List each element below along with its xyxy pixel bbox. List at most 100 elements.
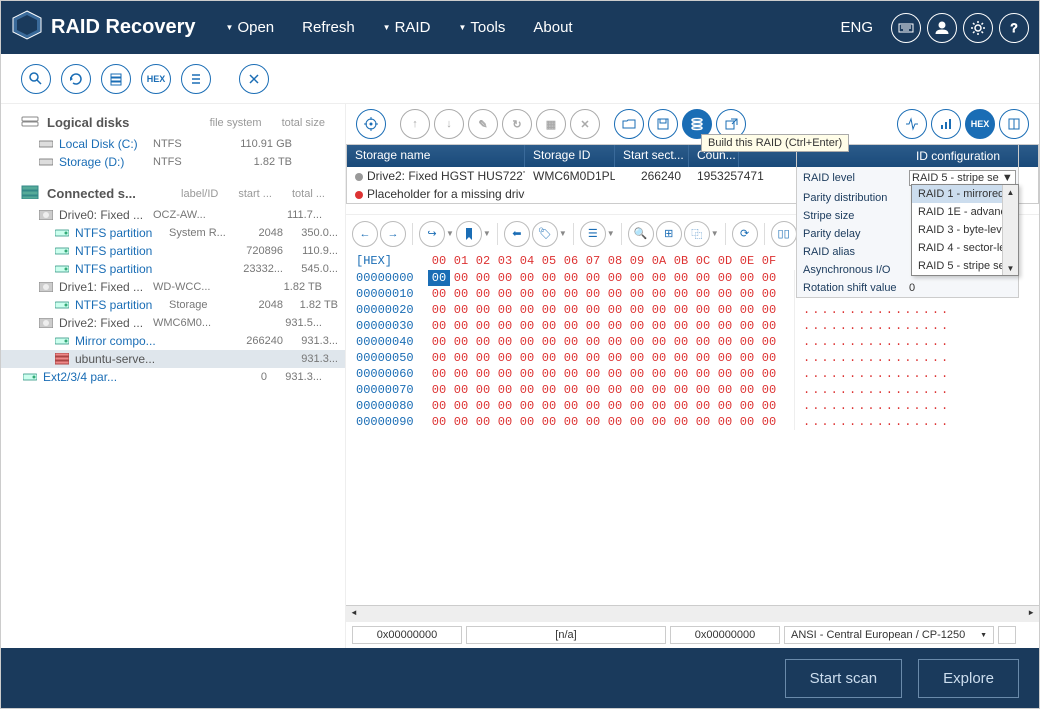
hex-row[interactable]: 0000006000000000000000000000000000000000…	[346, 366, 1039, 382]
move-down-icon[interactable]: ↓	[434, 109, 464, 139]
storage-icon	[21, 185, 39, 202]
close-icon[interactable]	[239, 64, 269, 94]
reload-hex-icon[interactable]: ⟳	[732, 221, 758, 247]
hex-row[interactable]: 0000007000000000000000000000000000000000…	[346, 382, 1039, 398]
disk-small-icon	[37, 139, 55, 149]
storage-row[interactable]: Mirror compo...266240931.3...	[1, 332, 345, 350]
language-selector[interactable]: ENG	[840, 19, 873, 36]
layout-icon[interactable]	[999, 109, 1029, 139]
drive-icon	[37, 210, 55, 220]
drive-icon	[37, 282, 55, 292]
nav-back-icon[interactable]: ←	[352, 221, 378, 247]
menu-raid[interactable]: ▼RAID	[383, 19, 431, 36]
disk-icon	[21, 114, 39, 131]
copy-hex-icon[interactable]: ⿻	[684, 221, 710, 247]
undo-hex-icon[interactable]: ⬅	[504, 221, 530, 247]
connected-storages-header: Connected s... label/IDstart ...total ..…	[1, 181, 345, 206]
start-scan-button[interactable]: Start scan	[785, 659, 903, 698]
storage-row[interactable]: NTFS partitionSystem R...2048350.0...	[1, 224, 345, 242]
drive-icon	[53, 264, 71, 274]
remove-icon[interactable]: ✕	[570, 109, 600, 139]
list-hex-icon[interactable]: ☰	[580, 221, 606, 247]
hex-status-bar: 0x00000000 [n/a] 0x00000000 ANSI - Centr…	[346, 621, 1039, 648]
hex-view-icon[interactable]: HEX	[965, 109, 995, 139]
dropdown-scrollbar[interactable]: ▲▼	[1002, 185, 1018, 275]
tag-icon[interactable]: 🏷	[532, 221, 558, 247]
status-extra[interactable]	[998, 626, 1016, 644]
save-icon[interactable]	[648, 109, 678, 139]
storage-row[interactable]: Drive1: Fixed ...WD-WCC...1.82 TB	[1, 278, 345, 296]
goto-icon[interactable]: ↪	[419, 221, 445, 247]
footer: Start scan Explore	[1, 648, 1039, 708]
hex-row[interactable]: 0000004000000000000000000000000000000000…	[346, 334, 1039, 350]
status-na: [n/a]	[466, 626, 666, 644]
status-addr2: 0x00000000	[670, 626, 780, 644]
search-hex-icon[interactable]: 🔍	[628, 221, 654, 247]
encoding-select[interactable]: ANSI - Central European / CP-1250	[784, 626, 994, 644]
user-icon[interactable]	[927, 13, 957, 43]
drive-icon	[37, 318, 55, 328]
keyboard-icon[interactable]	[891, 13, 921, 43]
select-all-icon[interactable]: ▦	[536, 109, 566, 139]
columns-icon[interactable]: ▯▯	[771, 221, 797, 247]
logical-disk-row[interactable]: Local Disk (C:)NTFS110.91 GB	[1, 135, 345, 153]
explore-button[interactable]: Explore	[918, 659, 1019, 698]
drive-icon	[53, 336, 71, 346]
redo-icon[interactable]: ↻	[502, 109, 532, 139]
grid-hex-icon[interactable]: ⊞	[656, 221, 682, 247]
main-area: Logical disks file systemtotal size Loca…	[1, 104, 1039, 648]
disk-small-icon	[37, 157, 55, 167]
storage-row[interactable]: Drive0: Fixed ...OCZ-AW...111.7...	[1, 206, 345, 224]
help-icon[interactable]: ?	[999, 13, 1029, 43]
raid-level-dropdown[interactable]: RAID 1 - mirroredRAID 1E - advancRAID 3 …	[911, 184, 1019, 276]
storage-row[interactable]: Ext2/3/4 par...0931.3...	[1, 368, 345, 386]
logical-disks-header: Logical disks file systemtotal size	[1, 110, 345, 135]
storage-row[interactable]: NTFS partition720896110.9...	[1, 242, 345, 260]
storage-row[interactable]: ubuntu-serve...931.3...	[1, 350, 345, 368]
logo-icon	[11, 9, 43, 47]
nav-forward-icon[interactable]: →	[380, 221, 406, 247]
open-folder-icon[interactable]	[614, 109, 644, 139]
content-area: ↑ ↓ ✎ ↻ ▦ ✕ HEX Build this RAID (Ctrl+En…	[346, 104, 1039, 648]
hex-row[interactable]: 0000002000000000000000000000000000000000…	[346, 302, 1039, 318]
chart-icon[interactable]	[931, 109, 961, 139]
activity-icon[interactable]	[897, 109, 927, 139]
hex-row[interactable]: 0000003000000000000000000000000000000000…	[346, 318, 1039, 334]
logical-disk-row[interactable]: Storage (D:)NTFS1.82 TB	[1, 153, 345, 171]
gear-icon[interactable]	[963, 13, 993, 43]
move-up-icon[interactable]: ↑	[400, 109, 430, 139]
edit-icon[interactable]: ✎	[468, 109, 498, 139]
svg-text:?: ?	[1011, 21, 1018, 35]
drive-icon	[53, 353, 71, 365]
hex-mode-icon[interactable]: HEX	[141, 64, 171, 94]
menu-refresh[interactable]: Refresh	[302, 19, 355, 36]
storage-row[interactable]: Drive2: Fixed ...WMC6M0...931.5...	[1, 314, 345, 332]
top-toolbar: HEX	[1, 54, 1039, 104]
refresh-icon[interactable]	[61, 64, 91, 94]
hex-row[interactable]: 0000008000000000000000000000000000000000…	[346, 398, 1039, 414]
target-icon[interactable]	[356, 109, 386, 139]
drive-icon	[53, 300, 71, 310]
menu-tools[interactable]: ▼Tools	[458, 19, 505, 36]
build-raid-tooltip: Build this RAID (Ctrl+Enter)	[701, 134, 849, 152]
main-menu: ▼Open Refresh ▼RAID ▼Tools About	[226, 19, 573, 36]
app-title: RAID Recovery	[51, 16, 196, 39]
storage-row[interactable]: NTFS partition23332...545.0...	[1, 260, 345, 278]
drive-icon	[53, 246, 71, 256]
hex-row[interactable]: 0000009000000000000000000000000000000000…	[346, 414, 1039, 430]
sidebar: Logical disks file systemtotal size Loca…	[1, 104, 346, 648]
hex-scrollbar-h[interactable]: ◄►	[346, 605, 1039, 621]
search-icon[interactable]	[21, 64, 51, 94]
list-icon[interactable]	[181, 64, 211, 94]
raid-builder-icon[interactable]	[101, 64, 131, 94]
app-logo: RAID Recovery	[11, 9, 196, 47]
storage-row[interactable]: NTFS partitionStorage20481.82 TB	[1, 296, 345, 314]
status-addr1: 0x00000000	[352, 626, 462, 644]
menu-about[interactable]: About	[533, 19, 572, 36]
hex-view: [HEX] 000102030405060708090A0B0C0D0E0F ◄…	[346, 252, 1039, 621]
app-header: RAID Recovery ▼Open Refresh ▼RAID ▼Tools…	[1, 1, 1039, 54]
bookmark-icon[interactable]	[456, 221, 482, 247]
menu-open[interactable]: ▼Open	[226, 19, 275, 36]
drive-icon	[21, 372, 39, 382]
hex-row[interactable]: 0000005000000000000000000000000000000000…	[346, 350, 1039, 366]
